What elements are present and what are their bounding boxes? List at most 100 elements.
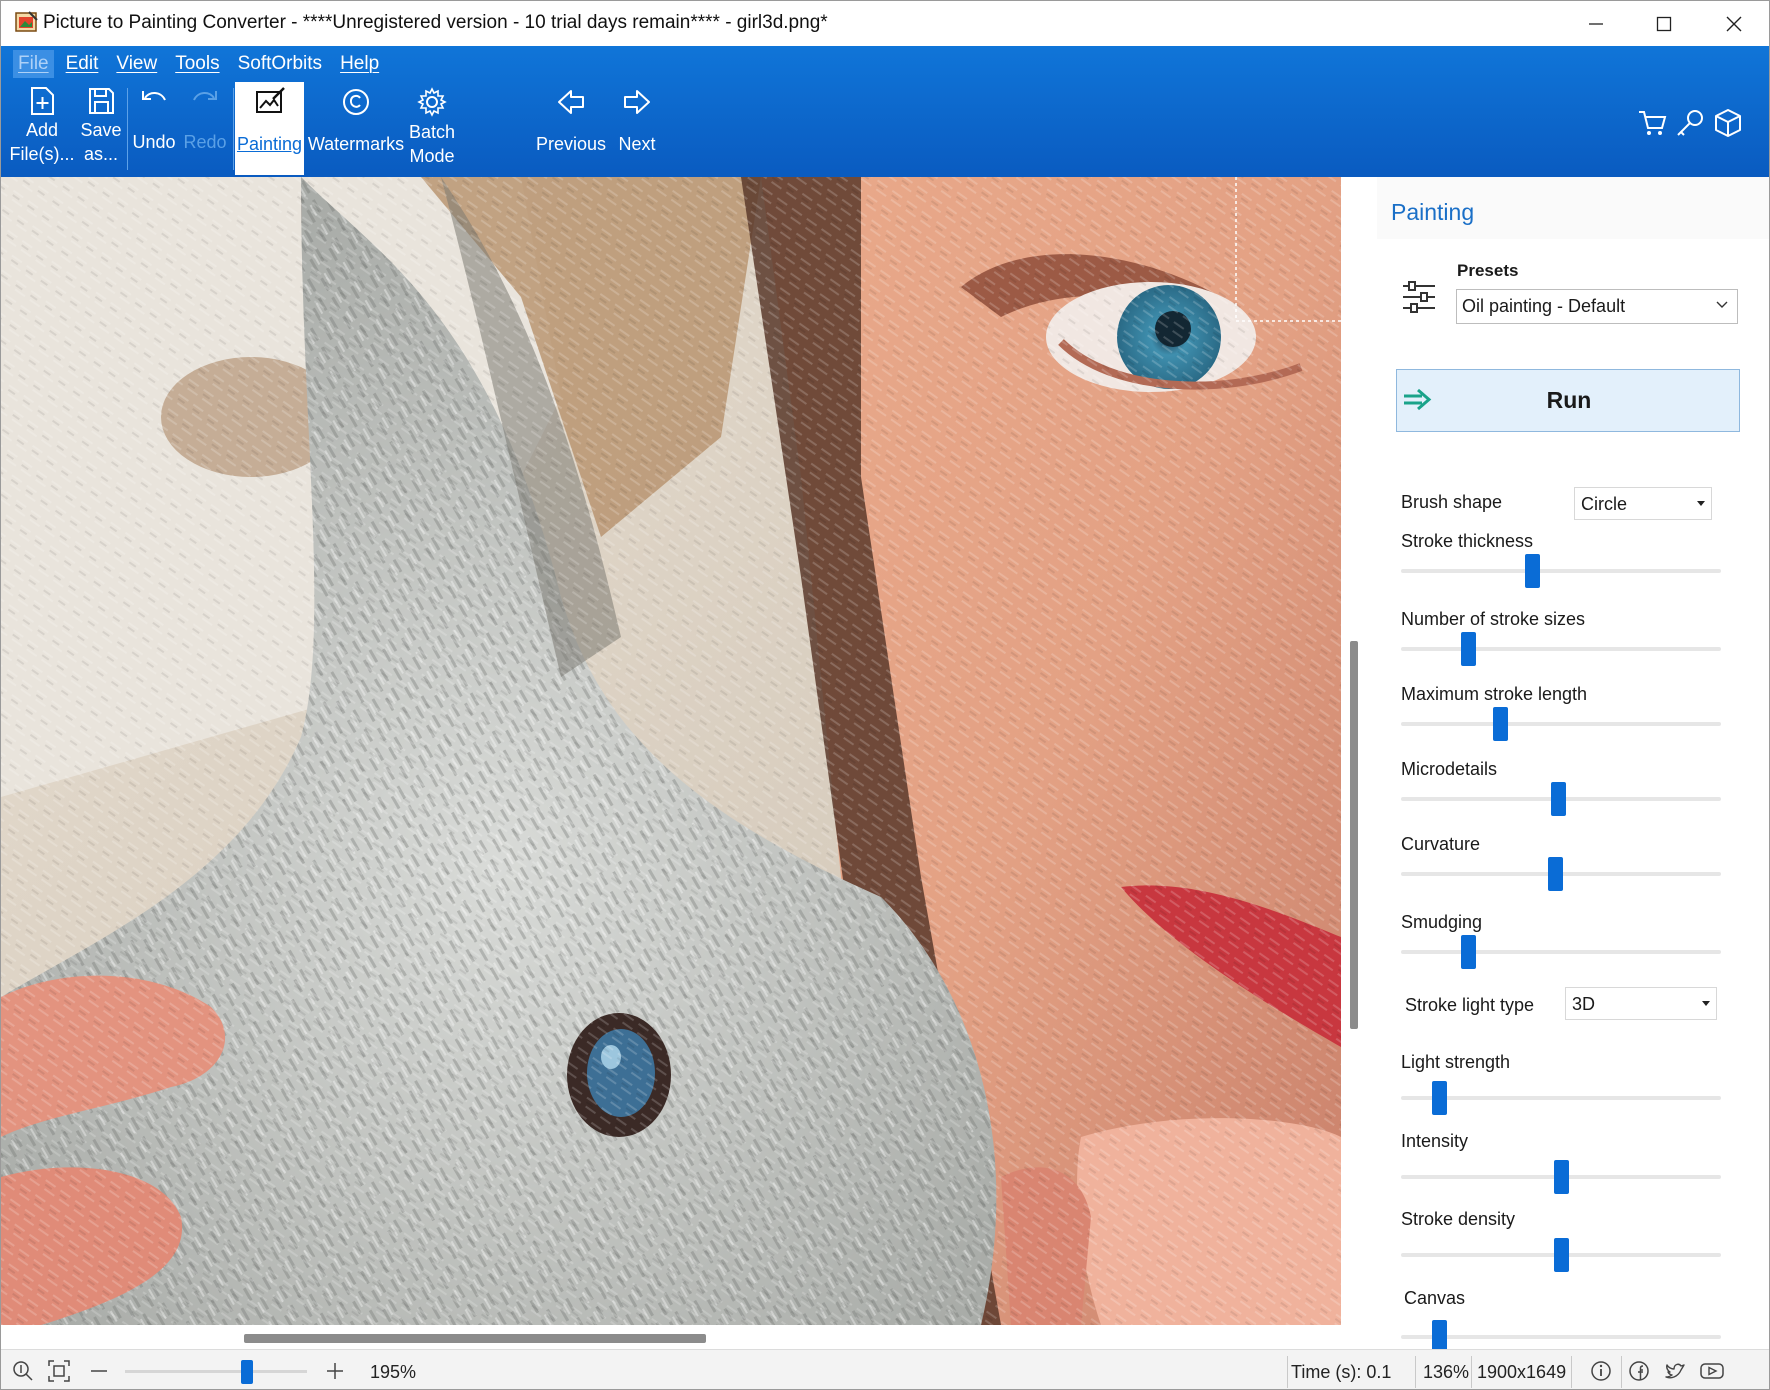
menu-view[interactable]: View [116, 53, 157, 75]
brush-shape-label: Brush shape [1401, 492, 1503, 512]
menu-edit[interactable]: Edit [66, 53, 99, 75]
canvas-slider[interactable] [1401, 1320, 1721, 1349]
youtube-icon[interactable] [1699, 1359, 1725, 1383]
sliders-icon [1403, 281, 1435, 313]
previous-icon [558, 90, 584, 114]
maximize-button[interactable] [1629, 1, 1699, 46]
zoom-slider-thumb[interactable] [240, 1360, 253, 1384]
light-strength-label: Light strength [1401, 1052, 1511, 1072]
undo-label: Undo [132, 132, 176, 152]
next-icon [624, 90, 650, 114]
stroke-density-label: Stroke density [1401, 1209, 1516, 1229]
slider-thumb[interactable] [1525, 554, 1541, 588]
menu-softorbits[interactable]: SoftOrbits [238, 53, 322, 75]
light-strength-slider[interactable] [1401, 1081, 1721, 1115]
number-of-stroke-sizes-slider[interactable] [1401, 632, 1721, 666]
microdetails-label: Microdetails [1401, 759, 1498, 779]
app-window: Picture to Painting Converter - ****Unre… [0, 0, 1770, 1390]
status-separator [1415, 1356, 1416, 1388]
vertical-scroll-thumb[interactable] [1350, 641, 1358, 1029]
number-of-stroke-sizes-label: Number of stroke sizes [1401, 609, 1586, 629]
status-separator [1571, 1356, 1572, 1388]
slider-track [1401, 950, 1721, 954]
slider-thumb[interactable] [1547, 857, 1563, 891]
menu-tools[interactable]: Tools [175, 53, 219, 75]
fit-icon[interactable] [47, 1359, 71, 1383]
curvature-slider[interactable] [1401, 857, 1721, 891]
zoom-slider-track [125, 1370, 307, 1373]
slider-thumb[interactable] [1550, 782, 1566, 816]
redo-icon [193, 91, 217, 101]
gear-icon [417, 87, 447, 117]
canvas-label: Canvas [1404, 1288, 1466, 1308]
watermarks-label: Watermarks [307, 134, 405, 154]
watermarks-button[interactable]: Watermarks [306, 82, 406, 175]
microdetails-slider[interactable] [1401, 782, 1721, 816]
intensity-label: Intensity [1401, 1131, 1469, 1151]
save-as-button[interactable]: Save as... [75, 82, 127, 175]
slider-thumb[interactable] [1432, 1081, 1448, 1115]
menu-help[interactable]: Help [340, 53, 379, 75]
zoom-actual-size-icon[interactable] [11, 1359, 35, 1383]
stroke-light-type-dropdown[interactable]: 3D [1565, 987, 1717, 1020]
twitter-icon[interactable] [1663, 1359, 1687, 1383]
presets-value: Oil painting - Default [1462, 296, 1626, 316]
info-icon[interactable] [1589, 1359, 1613, 1383]
key-icon[interactable] [1675, 108, 1705, 138]
maximum-stroke-length-slider[interactable] [1401, 707, 1721, 741]
menu-bar: File Edit View Tools SoftOrbits Help [1, 46, 397, 82]
run-button[interactable]: Run [1396, 369, 1740, 432]
window-title: Picture to Painting Converter - ****Unre… [43, 12, 828, 33]
batch-mode-button[interactable]: Batch Mode [406, 82, 458, 175]
menu-file[interactable]: File [13, 50, 54, 78]
presets-dropdown[interactable]: Oil painting - Default [1456, 289, 1738, 324]
close-button[interactable] [1699, 1, 1769, 46]
facebook-icon[interactable] [1627, 1359, 1651, 1383]
image-canvas[interactable] [1, 177, 1341, 1325]
dropdown-caret-icon [1702, 1001, 1710, 1006]
slider-track [1401, 1335, 1721, 1339]
redo-button[interactable]: Redo [179, 82, 231, 175]
stroke-thickness-slider[interactable] [1401, 554, 1721, 588]
ribbon-separator [233, 88, 234, 170]
slider-track [1401, 1096, 1721, 1100]
title-bar: Picture to Painting Converter - ****Unre… [1, 1, 1769, 46]
minimize-button[interactable] [1561, 1, 1631, 46]
zoom-in-icon[interactable] [323, 1359, 347, 1383]
undo-button[interactable]: Undo [129, 82, 179, 175]
slider-track [1401, 569, 1721, 573]
stroke-density-slider[interactable] [1401, 1238, 1721, 1272]
slider-thumb[interactable] [1554, 1238, 1569, 1272]
processing-time: Time (s): 0.1 [1291, 1362, 1392, 1382]
slider-thumb[interactable] [1493, 707, 1509, 741]
previous-label: Previous [535, 134, 607, 154]
slider-thumb[interactable] [1461, 935, 1477, 969]
add-files-button[interactable]: Add File(s)... [9, 82, 75, 175]
smudging-slider[interactable] [1401, 935, 1721, 969]
stroke-light-type-label: Stroke light type [1405, 995, 1535, 1015]
status-bar: 195% Time (s): 0.1 136% 1900x1649 [1, 1349, 1769, 1389]
maximum-stroke-length-label: Maximum stroke length [1401, 684, 1588, 704]
stroke-thickness-label: Stroke thickness [1401, 531, 1534, 551]
slider-thumb[interactable] [1461, 632, 1477, 666]
zoom-out-icon[interactable] [87, 1359, 111, 1383]
next-label: Next [618, 134, 656, 154]
save-as-label-2: as... [83, 144, 118, 164]
slider-thumb[interactable] [1432, 1320, 1448, 1349]
horizontal-scroll-thumb[interactable] [244, 1334, 706, 1343]
box-icon[interactable] [1713, 108, 1743, 138]
status-separator [1287, 1356, 1288, 1388]
ribbon-toolbar: File Edit View Tools SoftOrbits Help Add… [1, 46, 1769, 177]
close-icon [1726, 16, 1742, 31]
next-button[interactable]: Next [611, 82, 663, 175]
minimize-icon [1589, 22, 1603, 25]
brush-shape-dropdown[interactable]: Circle [1574, 487, 1712, 520]
painting-button[interactable]: Painting [235, 82, 304, 175]
cart-icon[interactable] [1637, 108, 1667, 138]
intensity-slider[interactable] [1401, 1160, 1721, 1194]
slider-thumb[interactable] [1554, 1160, 1569, 1194]
previous-button[interactable]: Previous [533, 82, 609, 175]
zoom-slider[interactable] [125, 1360, 307, 1384]
app-icon [15, 11, 38, 32]
maximize-icon [1656, 16, 1672, 31]
